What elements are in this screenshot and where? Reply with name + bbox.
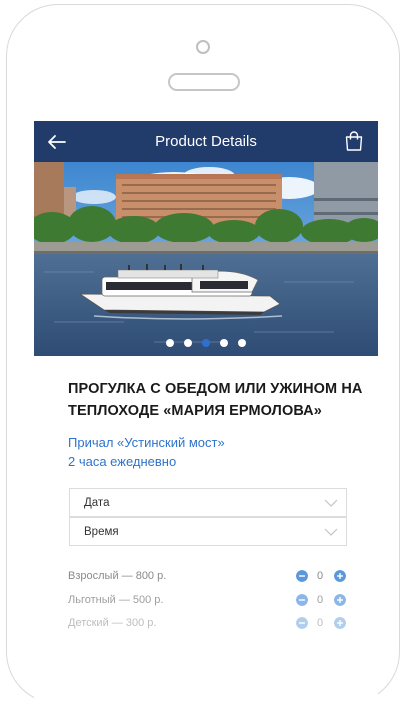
ticket-type-label: Взрослый — 800 р. xyxy=(68,570,167,582)
product-info: Причал «Устинский мост» 2 часа ежедневно xyxy=(68,433,368,471)
page-title: Product Details xyxy=(155,133,257,150)
plus-icon[interactable] xyxy=(334,617,346,629)
camera-icon xyxy=(196,40,210,54)
back-button[interactable] xyxy=(44,129,70,155)
minus-icon[interactable] xyxy=(296,617,308,629)
time-select-label: Время xyxy=(84,526,119,538)
quantity-value: 0 xyxy=(316,570,324,582)
schedule-text: 2 часа ежедневно xyxy=(68,454,177,469)
ticket-type-label: Льготный — 500 р. xyxy=(68,594,164,606)
plus-icon[interactable] xyxy=(334,594,346,606)
plus-icon[interactable] xyxy=(334,570,346,582)
carousel-dot[interactable] xyxy=(220,339,228,347)
chevron-down-icon xyxy=(324,528,338,536)
price-row: Льготный — 500 р. 0 xyxy=(68,592,348,608)
quantity-value: 0 xyxy=(316,617,324,629)
pier-link[interactable]: Причал «Устинский мост» xyxy=(68,433,368,452)
arrow-left-icon xyxy=(48,135,66,149)
quantity-value: 0 xyxy=(316,594,324,606)
date-select[interactable]: Дата xyxy=(69,488,347,517)
cart-button[interactable] xyxy=(342,129,366,153)
date-select-label: Дата xyxy=(84,497,110,509)
ticket-type-label: Детский — 300 р. xyxy=(68,617,157,629)
navbar: Product Details xyxy=(34,121,378,162)
minus-icon[interactable] xyxy=(296,570,308,582)
riverboat-photo xyxy=(34,162,378,356)
speaker-grille xyxy=(168,73,240,91)
shopping-bag-icon xyxy=(345,131,363,151)
price-row: Взрослый — 800 р. 0 xyxy=(68,568,348,584)
carousel-dot[interactable] xyxy=(202,339,210,347)
carousel-dot[interactable] xyxy=(238,339,246,347)
carousel-dot[interactable] xyxy=(184,339,192,347)
product-image-carousel[interactable] xyxy=(34,162,378,356)
app-screen: Product Details ПРОГУЛКА С ОБЕДОМ ИЛИ УЖ… xyxy=(34,121,378,710)
price-row: Детский — 300 р. 0 xyxy=(68,615,348,631)
minus-icon[interactable] xyxy=(296,594,308,606)
carousel-dot[interactable] xyxy=(166,339,174,347)
carousel-pagination xyxy=(34,339,378,347)
time-select[interactable]: Время xyxy=(69,517,347,546)
chevron-down-icon xyxy=(324,499,338,507)
product-title: ПРОГУЛКА С ОБЕДОМ ИЛИ УЖИНОМ НА ТЕПЛОХОД… xyxy=(68,381,363,419)
